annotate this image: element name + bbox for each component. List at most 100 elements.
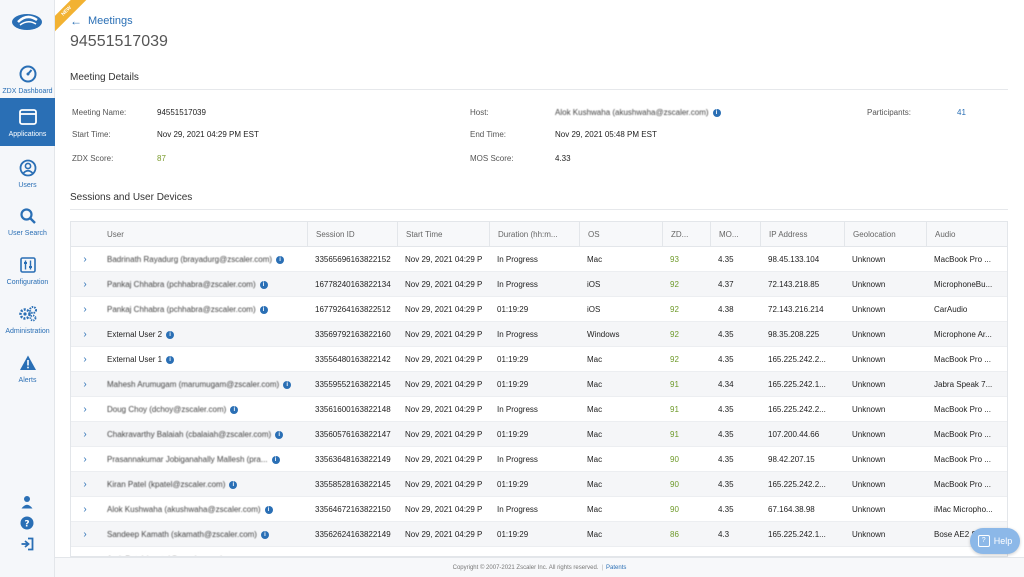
table-row[interactable]: › Sandeep Kamath (skamath@zscaler.com) i 33… xyxy=(71,522,1007,547)
sidebar: ZDX Dashboard Applications Users User Se… xyxy=(0,0,55,577)
expand-chevron-icon[interactable]: › xyxy=(71,347,99,372)
zscaler-logo-icon[interactable] xyxy=(10,10,44,32)
ip-address-cell: 165.225.242.2... xyxy=(768,405,826,414)
zdx-score-cell: 86 xyxy=(662,547,710,556)
session-id-cell: 33559552163822145 xyxy=(315,380,391,389)
info-icon[interactable]: i xyxy=(283,380,292,389)
sidebar-item-administration[interactable]: Administration xyxy=(0,296,55,342)
expand-chevron-icon[interactable]: › xyxy=(71,497,99,522)
start-time-cell: Nov 29, 2021 04:29 P xyxy=(405,430,483,439)
user-cell: Amit Patel (apatel@zscaler.com)i xyxy=(99,547,307,556)
patents-link[interactable]: Patents xyxy=(606,565,626,571)
zdx-score-cell: 92 xyxy=(670,355,679,364)
user-icon[interactable] xyxy=(19,494,35,510)
table-row[interactable]: ›Amit Patel (apatel@zscaler.com)i3355750… xyxy=(71,547,1007,556)
user-name: Sandeep Kamath (skamath@zscaler.com) xyxy=(107,530,257,539)
sidebar-item-zdx-dashboard[interactable]: ZDX Dashboard xyxy=(0,56,55,102)
zdx-score-cell: 91 xyxy=(670,380,679,389)
info-icon[interactable]: i xyxy=(229,480,238,489)
column-header-zdx[interactable]: ZD... xyxy=(662,222,710,247)
mos-score-cell: 4.35 xyxy=(718,255,734,264)
info-icon[interactable]: i xyxy=(259,305,268,314)
start-time-cell: Nov 29, 2021 04:29 P xyxy=(405,305,483,314)
duration-cell: 01:19:29 xyxy=(497,480,529,489)
user-name: Alok Kushwaha (akushwaha@zscaler.com) xyxy=(107,505,261,514)
column-header-start-time[interactable]: Start Time xyxy=(397,222,489,247)
info-icon[interactable]: i xyxy=(271,455,280,464)
info-icon[interactable]: i xyxy=(259,280,268,289)
sidebar-item-configuration[interactable]: Configuration xyxy=(0,247,55,293)
info-icon[interactable]: i xyxy=(276,255,285,264)
start-time-value: Nov 29, 2021 04:29 PM EST xyxy=(157,130,259,139)
column-header-audio[interactable]: Audio xyxy=(926,222,1007,247)
sidebar-item-label: Alerts xyxy=(18,376,37,384)
expand-chevron-icon[interactable]: › xyxy=(71,247,99,272)
help-icon[interactable]: ? xyxy=(19,515,35,531)
audio-cell: Jabra Speak 7... xyxy=(934,380,993,389)
expand-chevron-icon[interactable]: › xyxy=(71,297,99,322)
table-row[interactable]: › Pankaj Chhabra (pchhabra@zscaler.com) i 1… xyxy=(71,297,1007,322)
user-cell: Doug Choy (dchoy@zscaler.com) i xyxy=(99,397,307,422)
user-cell: External User 1i xyxy=(99,347,307,372)
zdx-score-cell: 93 xyxy=(670,255,679,264)
column-header-user[interactable]: User xyxy=(99,222,307,247)
sidebar-item-alerts[interactable]: Alerts xyxy=(0,345,55,391)
expand-chevron-icon[interactable]: › xyxy=(71,472,99,497)
info-icon[interactable]: i xyxy=(275,430,284,439)
back-to-meetings-link[interactable]: ← Meetings xyxy=(70,14,133,28)
table-row[interactable]: › Pankaj Chhabra (pchhabra@zscaler.com) i 1… xyxy=(71,272,1007,297)
column-header-geolocation[interactable]: Geolocation xyxy=(844,222,926,247)
zdx-score-cell: 92 xyxy=(670,330,679,339)
user-cell: Alok Kushwaha (akushwaha@zscaler.com) i xyxy=(99,497,307,522)
expand-chevron-icon[interactable]: › xyxy=(71,422,99,447)
table-row[interactable]: › Mahesh Arumugam (marumugam@zscaler.com)… xyxy=(71,372,1007,397)
expand-chevron-icon[interactable]: › xyxy=(71,372,99,397)
expand-chevron-icon[interactable]: › xyxy=(71,547,99,556)
user-name: External User 2 xyxy=(107,330,163,339)
help-button[interactable]: ? Help xyxy=(970,528,1020,554)
ip-address-cell: 165.225.242.2... xyxy=(768,480,826,489)
table-row[interactable]: › Doug Choy (dchoy@zscaler.com) i 335616001… xyxy=(71,397,1007,422)
start-time-cell: Nov 29, 2021 04:29 P xyxy=(405,330,483,339)
info-icon[interactable]: i xyxy=(260,530,269,539)
zdx-score-cell: 92 xyxy=(670,280,679,289)
table-row[interactable]: › External User 1 i 33556480163822142 Nov 29… xyxy=(71,347,1007,372)
column-header-os[interactable]: OS xyxy=(579,222,662,247)
column-header-duration[interactable]: Duration (hh:m... xyxy=(489,222,579,247)
expand-chevron-icon[interactable]: › xyxy=(71,447,99,472)
table-row[interactable]: › Badrinath Rayadurg (brayadurg@zscaler.c… xyxy=(71,247,1007,272)
logout-icon[interactable] xyxy=(19,536,35,552)
sidebar-item-users[interactable]: Users xyxy=(0,150,55,196)
expand-chevron-icon[interactable]: › xyxy=(71,272,99,297)
sessions-table: User Session ID Start Time Duration (hh:… xyxy=(70,221,1008,557)
info-icon[interactable]: i xyxy=(264,505,273,514)
session-id-cell: 33558528163822145 xyxy=(315,480,391,489)
start-time-cell: Nov 29, 2021 04:29 P xyxy=(405,255,483,264)
expand-chevron-icon[interactable]: › xyxy=(71,322,99,347)
table-row[interactable]: › Prasannakumar Jobiganahally Mallesh (pr… xyxy=(71,447,1007,472)
column-header-mos[interactable]: MO... xyxy=(710,222,760,247)
divider xyxy=(70,209,1008,210)
table-row[interactable]: › External User 2 i 33569792163822160 Nov 29… xyxy=(71,322,1007,347)
mos-score-cell: 4.3 xyxy=(718,530,730,539)
zdx-score-cell: 90 xyxy=(670,455,679,464)
table-row[interactable]: › Alok Kushwaha (akushwaha@zscaler.com) i 3… xyxy=(71,497,1007,522)
expand-chevron-icon[interactable]: › xyxy=(71,522,99,547)
sidebar-item-user-search[interactable]: User Search xyxy=(0,198,55,244)
info-icon[interactable]: i xyxy=(166,330,175,339)
participants-link[interactable]: 41 xyxy=(957,108,966,117)
column-header-session-id[interactable]: Session ID xyxy=(307,222,397,247)
table-row[interactable]: › Chakravarthy Balaiah (cbalaiah@zscaler.… xyxy=(71,422,1007,447)
sidebar-item-applications[interactable]: Applications xyxy=(0,98,55,146)
info-icon[interactable]: i xyxy=(166,355,175,364)
audio-cell: MacBook Pro ... xyxy=(934,255,991,264)
info-icon[interactable]: i xyxy=(712,108,721,117)
table-row[interactable]: › Kiran Patel (kpatel@zscaler.com) i 335585… xyxy=(71,472,1007,497)
sliders-icon xyxy=(18,255,38,275)
start-time-cell: Nov 29, 2021 04:29 P xyxy=(405,530,483,539)
expand-chevron-icon[interactable]: › xyxy=(71,397,99,422)
column-header-ip-address[interactable]: IP Address xyxy=(760,222,844,247)
info-icon[interactable]: i xyxy=(230,405,239,414)
mos-score-cell: 4.35 xyxy=(718,430,734,439)
meeting-name-value: 94551517039 xyxy=(157,108,206,117)
